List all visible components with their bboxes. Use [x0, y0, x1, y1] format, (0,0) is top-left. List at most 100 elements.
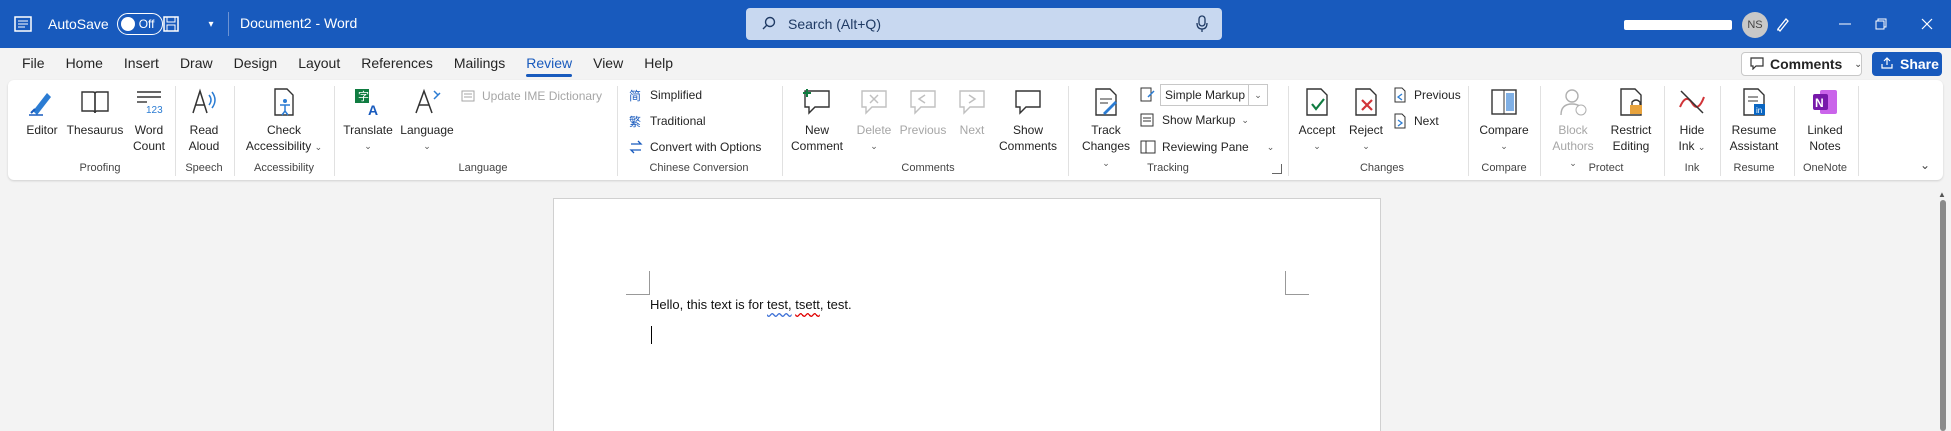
- word-count-icon: 123: [133, 86, 165, 118]
- restore-icon[interactable]: [1858, 0, 1904, 48]
- share-button[interactable]: Share: [1872, 52, 1942, 76]
- reject-button[interactable]: Reject ⌄: [1344, 86, 1388, 154]
- microphone-icon[interactable]: [1196, 15, 1208, 36]
- linked-notes-label-2: Notes: [1809, 139, 1841, 153]
- accept-button[interactable]: Accept ⌄: [1294, 86, 1340, 154]
- vertical-scrollbar[interactable]: ▲: [1937, 190, 1949, 431]
- tab-review[interactable]: Review: [526, 55, 572, 77]
- check-accessibility-button[interactable]: Check Accessibility ⌄: [244, 86, 324, 155]
- markup-display-icon-wrap: [1140, 85, 1156, 105]
- scroll-thumb[interactable]: [1940, 200, 1946, 431]
- restrict-editing-button[interactable]: Restrict Editing: [1606, 86, 1656, 154]
- ribbon: Editor Thesaurus 123 Word Count Proofing…: [8, 80, 1943, 180]
- toggle-knob: [120, 17, 135, 31]
- thesaurus-button[interactable]: Thesaurus: [66, 86, 124, 138]
- markup-display-icon: [1140, 87, 1156, 103]
- language-button[interactable]: Language ⌄: [398, 86, 456, 154]
- resume-assistant-button[interactable]: in Resume Assistant: [1726, 86, 1782, 154]
- delete-comment-button[interactable]: Delete ⌄: [854, 86, 894, 154]
- next-comment-label: Next: [959, 123, 985, 137]
- chevron-down-icon: ⌄: [1362, 141, 1370, 151]
- hide-ink-button[interactable]: Hide Ink ⌄: [1672, 86, 1712, 155]
- convert-with-options-button[interactable]: Convert with Options: [628, 137, 761, 157]
- read-aloud-label-2: Aloud: [188, 139, 220, 153]
- pen-icon[interactable]: [1760, 0, 1806, 48]
- reviewing-pane-button[interactable]: Reviewing Pane ⌄: [1140, 137, 1274, 157]
- track-changes-button[interactable]: Track Changes ⌄: [1078, 86, 1134, 171]
- markup-select-dropdown[interactable]: ⌄: [1248, 84, 1268, 106]
- close-icon[interactable]: [1904, 0, 1950, 48]
- next-change-label: Next: [1414, 114, 1439, 128]
- thesaurus-label: Thesaurus: [66, 123, 124, 137]
- previous-comment-icon: [907, 86, 939, 118]
- new-comment-button[interactable]: New Comment: [790, 86, 844, 154]
- linked-notes-button[interactable]: N Linked Notes: [1800, 86, 1850, 154]
- scroll-up-icon[interactable]: ▲: [1938, 190, 1946, 199]
- tab-draw[interactable]: Draw: [180, 55, 213, 71]
- chevron-down-icon: ⌄: [1254, 89, 1262, 100]
- tab-layout[interactable]: Layout: [298, 55, 340, 71]
- collapse-ribbon-icon[interactable]: ⌄: [1920, 158, 1930, 172]
- menu-bar: File Home Insert Draw Design Layout Refe…: [0, 48, 1951, 78]
- autosave-toggle[interactable]: Off: [116, 13, 163, 35]
- read-aloud-button[interactable]: Read Aloud: [184, 86, 224, 154]
- group-label-comments: Comments: [901, 162, 955, 174]
- show-comments-label-1: Show: [1012, 123, 1044, 137]
- tab-home[interactable]: Home: [66, 55, 103, 71]
- tab-design[interactable]: Design: [234, 55, 278, 71]
- search-placeholder: Search (Alt+Q): [788, 16, 881, 32]
- accept-icon: [1301, 86, 1333, 118]
- tracking-options-launcher-icon[interactable]: [1272, 164, 1282, 174]
- svg-text:in: in: [1756, 106, 1762, 115]
- document-paragraph[interactable]: Hello, this text is for test, tsett, tes…: [650, 297, 852, 312]
- chevron-down-icon: ⌄: [1854, 58, 1862, 69]
- document-title[interactable]: Document2 - Word: [240, 15, 357, 31]
- tab-view[interactable]: View: [593, 55, 623, 71]
- tab-help[interactable]: Help: [644, 55, 673, 71]
- autosave-label: AutoSave: [48, 16, 109, 32]
- editor-button[interactable]: Editor: [22, 86, 62, 138]
- user-account[interactable]: NS: [1624, 12, 1768, 38]
- block-authors-button[interactable]: Block Authors ⌄: [1548, 86, 1598, 171]
- tab-mailings[interactable]: Mailings: [454, 55, 505, 71]
- thesaurus-icon: [79, 86, 111, 118]
- group-label-accessibility: Accessibility: [254, 162, 314, 174]
- next-change-icon: [1392, 113, 1408, 129]
- translate-button[interactable]: 字A Translate ⌄: [342, 86, 394, 154]
- update-ime-dictionary-button[interactable]: Update IME Dictionary: [460, 86, 602, 106]
- compare-icon: [1488, 86, 1520, 118]
- customize-toolbar-icon[interactable]: ▾: [202, 15, 220, 33]
- word-app-icon[interactable]: [14, 15, 32, 33]
- convert-label: Convert with Options: [650, 140, 762, 154]
- autosave: AutoSave Off: [48, 13, 163, 35]
- traditional-button[interactable]: 繁 Traditional: [628, 111, 706, 131]
- next-change-button[interactable]: Next: [1392, 111, 1439, 131]
- previous-comment-button[interactable]: Previous: [898, 86, 948, 138]
- text-cursor: [651, 326, 652, 344]
- read-aloud-label-1: Read: [189, 123, 219, 137]
- block-authors-icon: [1557, 86, 1589, 118]
- resume-assistant-icon: in: [1738, 86, 1770, 118]
- tab-references[interactable]: References: [361, 55, 433, 71]
- tab-insert[interactable]: Insert: [124, 55, 159, 71]
- simplified-button[interactable]: 简 Simplified: [628, 85, 702, 105]
- word-count-button[interactable]: 123 Word Count: [128, 86, 170, 154]
- group-separator: [334, 86, 335, 176]
- word-count-label-1: Word: [134, 123, 164, 137]
- grammar-flagged-word[interactable]: test,: [767, 297, 792, 312]
- previous-comment-label: Previous: [899, 123, 947, 137]
- update-ime-label: Update IME Dictionary: [482, 89, 603, 103]
- comments-label: Comments: [1770, 56, 1843, 72]
- comments-button[interactable]: Comments ⌄: [1741, 52, 1862, 76]
- document-page[interactable]: Hello, this text is for test, tsett, tes…: [553, 198, 1381, 431]
- next-comment-button[interactable]: Next: [954, 86, 990, 138]
- save-icon[interactable]: [162, 15, 180, 33]
- misspelled-word[interactable]: tsett: [795, 297, 820, 312]
- search-box[interactable]: Search (Alt+Q): [746, 8, 1222, 40]
- previous-change-button[interactable]: Previous: [1392, 85, 1461, 105]
- group-label-tracking: Tracking: [1147, 162, 1189, 174]
- show-comments-button[interactable]: Show Comments: [996, 86, 1060, 154]
- compare-button[interactable]: Compare ⌄: [1476, 86, 1532, 154]
- show-markup-button[interactable]: Show Markup ⌄: [1140, 110, 1249, 130]
- tab-file[interactable]: File: [22, 55, 45, 71]
